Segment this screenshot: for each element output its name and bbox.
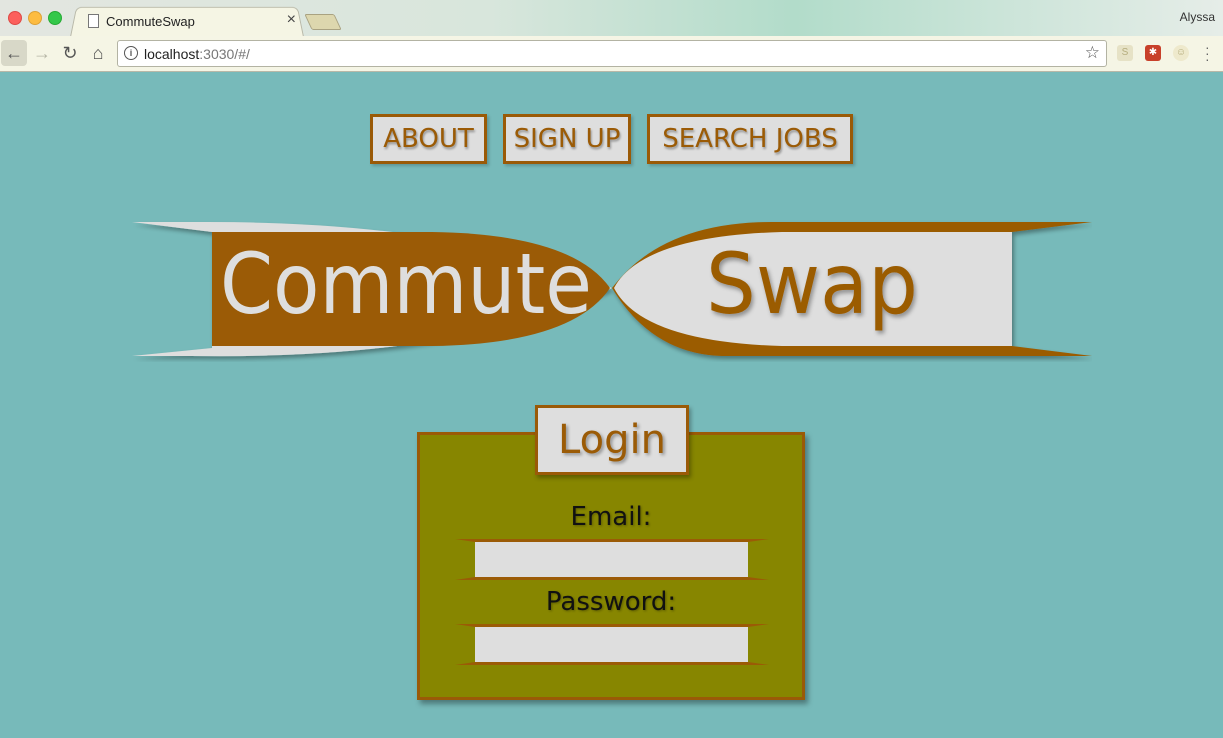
home-icon[interactable]: ⌂ xyxy=(85,40,111,66)
email-label: Email: xyxy=(570,502,652,532)
forward-arrow-icon[interactable]: → xyxy=(29,40,55,66)
url-text[interactable]: localhost:3030/#/ xyxy=(144,46,250,62)
bookmark-star-icon[interactable]: ☆ xyxy=(1085,43,1100,63)
tab-title: CommuteSwap xyxy=(106,14,195,29)
commuteswap-logo: Commute Swap xyxy=(132,221,1092,357)
logo-word-commute: Commute xyxy=(220,235,592,333)
password-field-frame xyxy=(455,622,769,668)
email-field-frame xyxy=(455,537,769,583)
nav-about-button[interactable]: ABOUT xyxy=(370,114,487,164)
reload-icon[interactable]: ↻ xyxy=(57,40,83,66)
window-titlebar: CommuteSwap × Alyssa xyxy=(0,0,1223,38)
page-icon xyxy=(88,14,99,28)
extension-face-icon[interactable]: ☺ xyxy=(1173,45,1189,61)
info-icon[interactable]: i xyxy=(124,46,138,60)
extension-icon[interactable]: ✱ xyxy=(1145,45,1161,61)
menu-kebab-icon[interactable]: · · · xyxy=(1205,40,1210,66)
email-input[interactable] xyxy=(475,542,748,577)
password-label: Password: xyxy=(545,587,677,617)
back-arrow-icon[interactable]: ← xyxy=(1,40,27,66)
url-path: :3030/#/ xyxy=(199,46,250,62)
minimize-window-button[interactable] xyxy=(28,11,42,25)
browser-tab-content[interactable]: CommuteSwap × xyxy=(84,6,302,36)
logo-word-swap: Swap xyxy=(706,235,918,333)
address-bar[interactable]: i localhost:3030/#/ ☆ xyxy=(117,40,1107,67)
close-window-button[interactable] xyxy=(8,11,22,25)
zoom-window-button[interactable] xyxy=(48,11,62,25)
url-host: localhost xyxy=(144,46,200,62)
login-title: Login xyxy=(535,405,689,475)
nav-signup-button[interactable]: SIGN UP xyxy=(503,114,631,164)
browser-toolbar: ← → ↻ ⌂ i localhost:3030/#/ ☆ S ✱ ☺ · · · xyxy=(0,36,1223,72)
new-tab-button[interactable] xyxy=(304,14,342,30)
profile-name[interactable]: Alyssa xyxy=(1180,10,1215,24)
nav-search-jobs-button[interactable]: SEARCH JOBS xyxy=(647,114,853,164)
password-input[interactable] xyxy=(475,627,748,662)
tab-close-icon[interactable]: × xyxy=(287,11,296,29)
skype-extension-icon[interactable]: S xyxy=(1117,45,1133,61)
